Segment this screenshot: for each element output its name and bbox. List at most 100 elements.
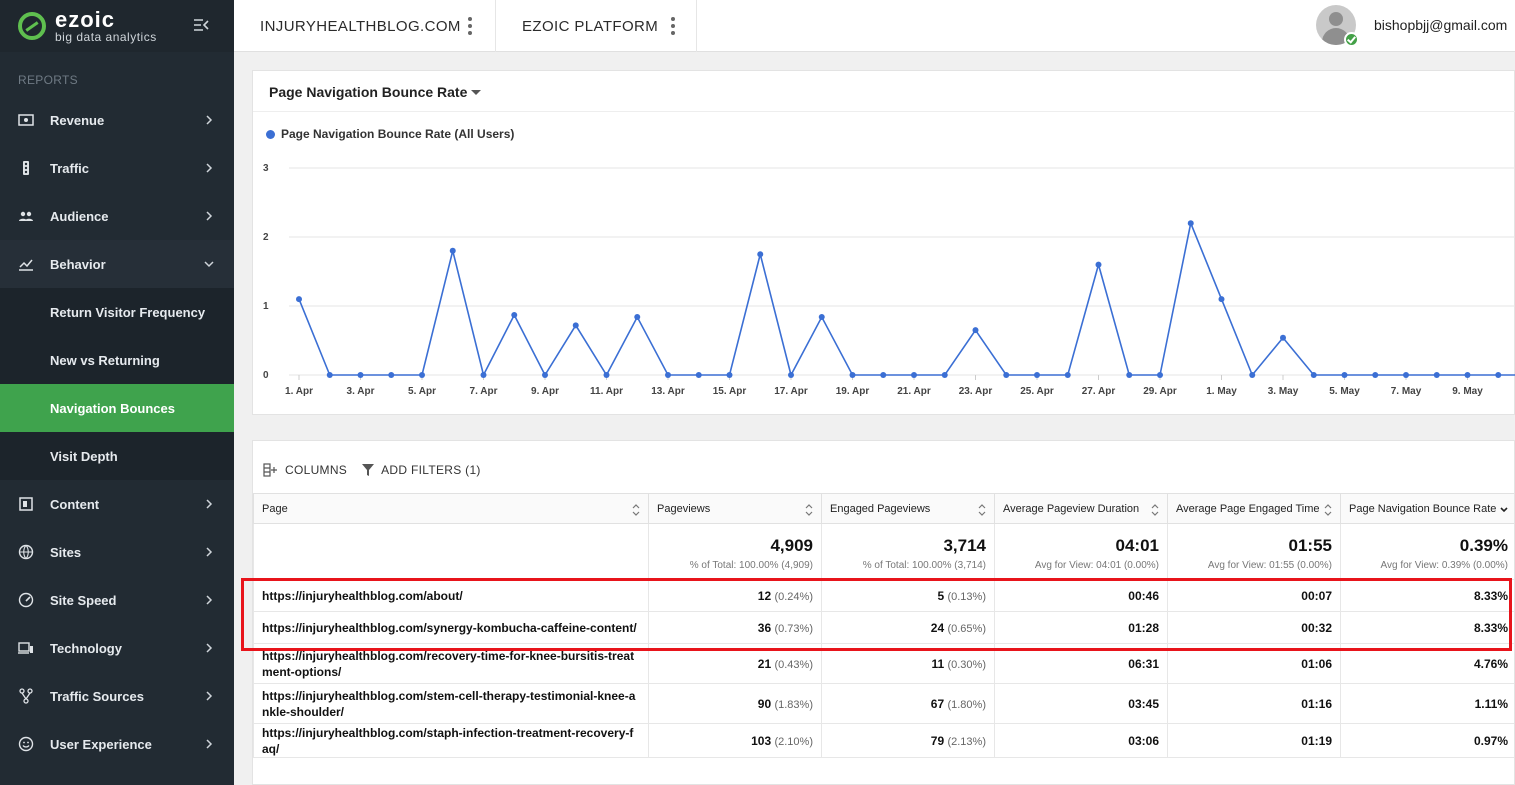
sidebar-item-visit-depth[interactable]: Visit Depth	[0, 432, 234, 480]
collapse-menu-icon[interactable]	[192, 16, 210, 34]
pageviews-value: 90	[757, 696, 772, 711]
data-point	[1249, 372, 1256, 378]
page-url[interactable]: https://injuryhealthblog.com/about/	[262, 589, 463, 603]
sidebar-item-navigation-bounces[interactable]: Navigation Bounces	[0, 384, 234, 432]
sidebar-item-label: Behavior	[50, 257, 106, 272]
column-header-label: Average Page Engaged Time	[1176, 502, 1320, 515]
user-email[interactable]: bishopbjj@gmail.com	[1374, 17, 1507, 33]
totals-cell: 0.39% Avg for View: 0.39% (0.00%)	[1340, 523, 1514, 580]
brand-logo[interactable]: ezoic big data analytics	[0, 0, 234, 52]
columns-button[interactable]: COLUMNS	[263, 463, 347, 477]
data-point	[849, 372, 856, 378]
y-tick-label: 1	[263, 301, 269, 312]
pageviews-pct: (2.10%)	[774, 735, 813, 748]
data-point	[941, 372, 948, 378]
x-tick-label: 17. Apr	[774, 386, 808, 397]
page-url[interactable]: https://injuryhealthblog.com/synergy-kom…	[262, 621, 637, 635]
data-point	[1372, 372, 1379, 378]
page-url-cell[interactable]: https://injuryhealthblog.com/staph-infec…	[253, 723, 649, 758]
total-value: 04:01	[1115, 536, 1159, 555]
sidebar-item-label: Traffic Sources	[50, 689, 144, 704]
table-row[interactable]: https://injuryhealthblog.com/stem-cell-t…	[253, 683, 1514, 724]
column-header-page-navigation-bounce-rate[interactable]: Page Navigation Bounce Rate	[1340, 493, 1514, 524]
x-tick-label: 27. Apr	[1082, 386, 1116, 397]
column-header-average-page-engaged-time[interactable]: Average Page Engaged Time	[1167, 493, 1341, 524]
page-url[interactable]: https://injuryhealthblog.com/staph-infec…	[262, 726, 633, 756]
page-url-cell[interactable]: https://injuryhealthblog.com/recovery-ti…	[253, 643, 649, 684]
engaged-time-cell: 01:19	[1167, 723, 1341, 758]
column-header-page[interactable]: Page	[253, 493, 649, 524]
x-tick-label: 5. Apr	[408, 386, 436, 397]
table-row[interactable]: https://injuryhealthblog.com/about/12 (0…	[253, 579, 1514, 612]
engaged-time-value: 01:16	[1301, 696, 1332, 711]
sidebar-item-behavior[interactable]: Behavior	[0, 240, 234, 288]
bounce-rate-value: 4.76%	[1473, 656, 1508, 671]
total-value: 3,714	[943, 536, 986, 555]
table-row[interactable]: https://injuryhealthblog.com/staph-infec…	[253, 723, 1514, 758]
table-card: COLUMNS ADD FILTERS (1) Page Pageviews Eng…	[252, 440, 1515, 785]
data-point	[757, 251, 764, 258]
data-point	[480, 372, 487, 378]
x-tick-label: 29. Apr	[1143, 386, 1177, 397]
engaged-time-cell: 01:16	[1167, 683, 1341, 724]
page-url-cell[interactable]: https://injuryhealthblog.com/about/	[253, 579, 649, 612]
page-url[interactable]: https://injuryhealthblog.com/stem-cell-t…	[262, 689, 635, 719]
pageviews-cell: 36 (0.73%)	[648, 611, 822, 644]
site-selector[interactable]: INJURYHEALTHBLOG.COM	[234, 0, 496, 52]
sidebar-item-label: Return Visitor Frequency	[50, 305, 206, 320]
bounce-rate-cell: 1.11%	[1340, 683, 1514, 724]
page-url[interactable]: https://injuryhealthblog.com/recovery-ti…	[262, 649, 634, 679]
site-menu-icon[interactable]	[468, 17, 472, 35]
sort-icon	[1151, 504, 1159, 516]
brand-tagline: big data analytics	[55, 30, 157, 44]
sidebar-item-label: Visit Depth	[50, 449, 118, 464]
x-tick-label: 9. May	[1452, 386, 1483, 397]
sidebar-item-new-vs-returning[interactable]: New vs Returning	[0, 336, 234, 384]
pageviews-value: 12	[757, 588, 772, 603]
sidebar-item-content[interactable]: Content	[0, 480, 234, 528]
sidebar-item-audience[interactable]: Audience	[0, 192, 234, 240]
data-point	[296, 296, 302, 303]
column-header-average-pageview-duration[interactable]: Average Pageview Duration	[994, 493, 1168, 524]
x-tick-label: 13. Apr	[651, 386, 685, 397]
column-header-engaged-pageviews[interactable]: Engaged Pageviews	[821, 493, 995, 524]
sidebar-item-site-speed[interactable]: Site Speed	[0, 576, 234, 624]
table-row[interactable]: https://injuryhealthblog.com/synergy-kom…	[253, 611, 1514, 644]
sidebar-item-label: Revenue	[50, 113, 105, 128]
chart-metric-selector[interactable]: Page Navigation Bounce Rate	[269, 84, 467, 100]
sidebar-item-traffic-sources[interactable]: Traffic Sources	[0, 672, 234, 720]
pageviews-cell: 103 (2.10%)	[648, 723, 822, 758]
total-value: 01:55	[1288, 536, 1332, 555]
chevron-right-icon	[206, 691, 213, 701]
caret-down-icon[interactable]	[471, 90, 481, 95]
add-filters-button[interactable]: ADD FILTERS (1)	[361, 463, 481, 477]
engaged-time-value: 00:32	[1301, 620, 1332, 635]
totals-row: 4,909 % of Total: 100.00% (4,909) 3,714 % o…	[253, 523, 1514, 580]
platform-selector[interactable]: EZOIC PLATFORM	[496, 0, 697, 52]
sidebar-item-return-visitor-frequency[interactable]: Return Visitor Frequency	[0, 288, 234, 336]
sidebar-item-user-experience[interactable]: User Experience	[0, 720, 234, 768]
sidebar: ezoic big data analytics REPORTS Revenue…	[0, 0, 234, 785]
data-point	[357, 372, 364, 378]
page-url-cell[interactable]: https://injuryhealthblog.com/synergy-kom…	[253, 611, 649, 644]
trend-icon	[19, 259, 33, 271]
engaged-cell: 11 (0.30%)	[821, 643, 995, 684]
totals-cell: 01:55 Avg for View: 01:55 (0.00%)	[1167, 523, 1341, 580]
verified-check-icon	[1344, 32, 1359, 47]
x-tick-label: 1. Apr	[285, 386, 313, 397]
bounce-rate-value: 1.11%	[1474, 696, 1508, 711]
bounce-rate-value: 8.33%	[1473, 588, 1508, 603]
sidebar-item-revenue[interactable]: Revenue	[0, 96, 234, 144]
table-row[interactable]: https://injuryhealthblog.com/recovery-ti…	[253, 643, 1514, 684]
platform-menu-icon[interactable]	[671, 17, 675, 35]
sidebar-item-traffic[interactable]: Traffic	[0, 144, 234, 192]
ezoic-logo-icon	[18, 12, 46, 40]
column-header-label: Pageviews	[657, 502, 711, 515]
column-header-pageviews[interactable]: Pageviews	[648, 493, 822, 524]
sidebar-item-sites[interactable]: Sites	[0, 528, 234, 576]
add-filters-label: ADD FILTERS (1)	[381, 463, 481, 477]
engaged-time-value: 01:06	[1301, 656, 1332, 671]
sidebar-item-technology[interactable]: Technology	[0, 624, 234, 672]
chart-legend[interactable]: Page Navigation Bounce Rate (All Users)	[266, 127, 514, 141]
page-url-cell[interactable]: https://injuryhealthblog.com/stem-cell-t…	[253, 683, 649, 724]
